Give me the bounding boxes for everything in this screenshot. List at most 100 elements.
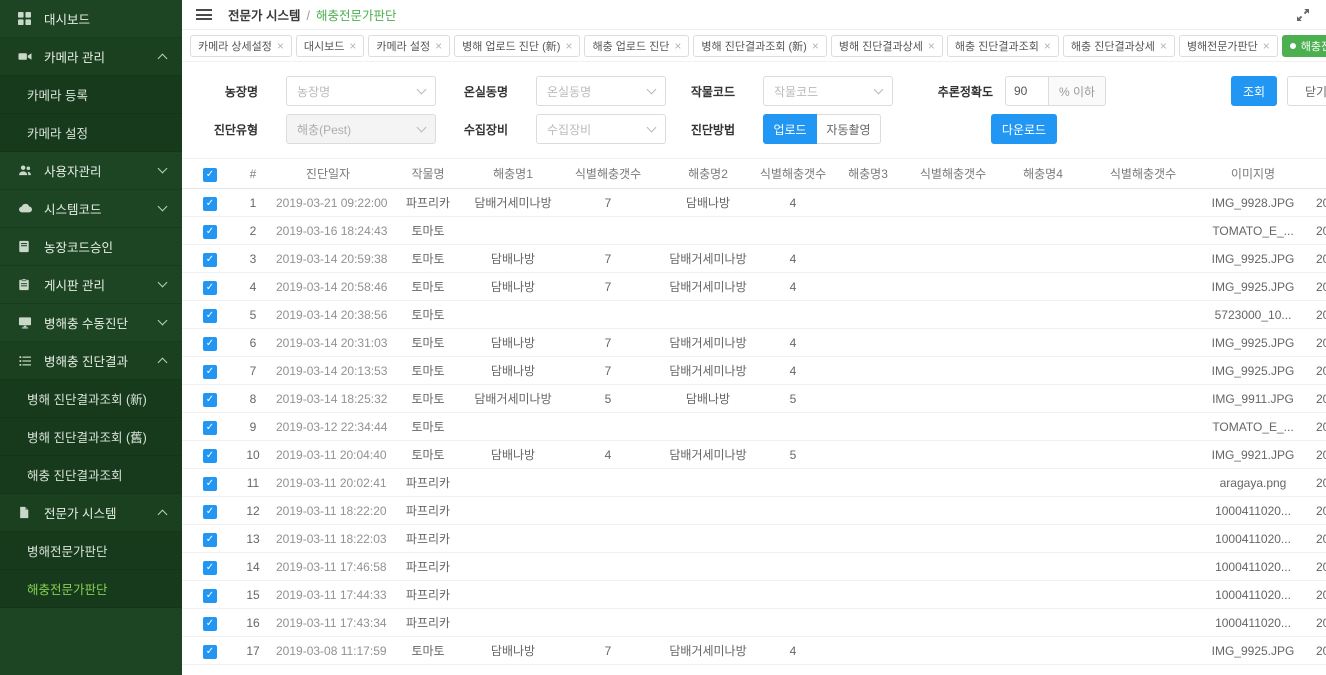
tab-5[interactable]: 해충 업로드 진단×	[584, 35, 689, 57]
sidebar-group-6: 병해충 수동진단	[0, 304, 182, 342]
sidebar-subitem-8-1[interactable]: 해충전문가판단	[0, 570, 182, 608]
row-checkbox[interactable]: ✓	[203, 337, 217, 351]
chevron-down-icon	[647, 122, 657, 132]
cell-pest1-count	[558, 217, 658, 245]
sidebar-subitem-7-1[interactable]: 병해 진단결과조회 (舊)	[0, 418, 182, 456]
col-header-date: 진단일자	[268, 159, 388, 189]
cell-crop: 파프리카	[388, 497, 468, 525]
tab-10[interactable]: 병해전문가판단 ×	[1179, 35, 1278, 57]
cell-pest2: 담배거세미나방	[658, 441, 758, 469]
tab-close-icon[interactable]: ×	[812, 40, 819, 52]
col-header-pest2-count: 식별해충갯수	[758, 159, 828, 189]
cell-crop: 토마토	[388, 273, 468, 301]
row-checkbox[interactable]: ✓	[203, 281, 217, 295]
tab-label: 병해전문가판단	[1187, 38, 1258, 54]
cell-pest4	[998, 301, 1088, 329]
farm-select[interactable]: 농장명	[286, 76, 436, 106]
auto-capture-method-button[interactable]: 자동촬영	[817, 114, 881, 144]
cell-select: ✓	[182, 301, 238, 329]
sidebar-item-8[interactable]: 전문가 시스템	[0, 494, 182, 532]
row-checkbox[interactable]: ✓	[203, 449, 217, 463]
tab-6[interactable]: 병해 진단결과조회 (新)×	[693, 35, 826, 57]
cell-pest1	[468, 413, 558, 441]
cell-pest1-count	[558, 609, 658, 637]
tab-4[interactable]: 병해 업로드 진단 (新)×	[454, 35, 580, 57]
cell-crop: 파프리카	[388, 609, 468, 637]
cell-pest1-count: 7	[558, 329, 658, 357]
tab-close-icon[interactable]: ×	[349, 40, 356, 52]
row-checkbox[interactable]: ✓	[203, 561, 217, 575]
row-checkbox[interactable]: ✓	[203, 197, 217, 211]
tab-8[interactable]: 해충 진단결과조회×	[947, 35, 1059, 57]
row-checkbox[interactable]: ✓	[203, 309, 217, 323]
sidebar-subitem-8-0[interactable]: 병해전문가판단	[0, 532, 182, 570]
greenhouse-select[interactable]: 온실동명	[536, 76, 666, 106]
tab-7[interactable]: 병해 진단결과상세×	[831, 35, 943, 57]
select-all-checkbox[interactable]: ✓	[203, 168, 217, 182]
row-checkbox[interactable]: ✓	[203, 421, 217, 435]
tab-11[interactable]: 해충전문가판단×	[1282, 35, 1326, 57]
tab-9[interactable]: 해충 진단결과상세×	[1063, 35, 1175, 57]
device-select[interactable]: 수집장비	[536, 114, 666, 144]
row-checkbox[interactable]: ✓	[203, 617, 217, 631]
tab-close-icon[interactable]: ×	[928, 40, 935, 52]
tab-close-icon[interactable]: ×	[1044, 40, 1051, 52]
cell-pest1-count	[558, 413, 658, 441]
tab-close-icon[interactable]: ×	[565, 40, 572, 52]
sidebar-item-5[interactable]: 게시판 관리	[0, 266, 182, 304]
fullscreen-icon[interactable]	[1296, 8, 1310, 22]
cell-capture: 2019	[1308, 497, 1326, 525]
sidebar-item-6[interactable]: 병해충 수동진단	[0, 304, 182, 342]
row-checkbox[interactable]: ✓	[203, 645, 217, 659]
diagnosis-type-select[interactable]: 해충(Pest)	[286, 114, 436, 144]
tab-2[interactable]: 대시보드×	[296, 35, 365, 57]
tab-close-icon[interactable]: ×	[674, 40, 681, 52]
sidebar-item-7[interactable]: 병해충 진단결과	[0, 342, 182, 380]
sidebar-item-1[interactable]: 카메라 관리	[0, 38, 182, 76]
tab-1[interactable]: 카메라 상세설정×	[190, 35, 292, 57]
row-checkbox[interactable]: ✓	[203, 393, 217, 407]
cell-capture: 2018	[1308, 329, 1326, 357]
cell-pest1: 담배나방	[468, 273, 558, 301]
cell-select: ✓	[182, 609, 238, 637]
cell-pest3	[828, 245, 908, 273]
row-checkbox[interactable]: ✓	[203, 365, 217, 379]
cell-pest3-count	[908, 357, 998, 385]
topbar: 전문가 시스템/해충전문가판단	[182, 0, 1326, 30]
tab-3[interactable]: 카메라 설정×	[368, 35, 450, 57]
row-checkbox[interactable]: ✓	[203, 225, 217, 239]
sidebar-group-7: 병해충 진단결과병해 진단결과조회 (新)병해 진단결과조회 (舊)해충 진단결…	[0, 342, 182, 494]
sidebar-item-2[interactable]: 사용자관리	[0, 152, 182, 190]
row-checkbox[interactable]: ✓	[203, 477, 217, 491]
close-button[interactable]: 닫기	[1287, 76, 1326, 106]
sidebar-subitem-7-2[interactable]: 해충 진단결과조회	[0, 456, 182, 494]
sidebar-subitem-1-0[interactable]: 카메라 등록	[0, 76, 182, 114]
crop-code-select[interactable]: 작물코드	[763, 76, 893, 106]
upload-method-button[interactable]: 업로드	[763, 114, 817, 144]
menu-toggle-icon[interactable]	[196, 9, 212, 20]
sidebar-item-4[interactable]: 농장코드승인	[0, 228, 182, 266]
cell-pest1-count	[558, 525, 658, 553]
sidebar-item-0[interactable]: 대시보드	[0, 0, 182, 38]
sidebar-item-3[interactable]: 시스템코드	[0, 190, 182, 228]
download-button[interactable]: 다운로드	[991, 114, 1057, 144]
cell-num: 16	[238, 609, 268, 637]
tab-close-icon[interactable]: ×	[277, 40, 284, 52]
row-checkbox[interactable]: ✓	[203, 505, 217, 519]
row-checkbox[interactable]: ✓	[203, 253, 217, 267]
tab-close-icon[interactable]: ×	[1263, 40, 1270, 52]
row-checkbox[interactable]: ✓	[203, 589, 217, 603]
tab-close-icon[interactable]: ×	[1160, 40, 1167, 52]
accuracy-input[interactable]	[1005, 76, 1049, 106]
breadcrumb-root[interactable]: 전문가 시스템	[228, 9, 300, 23]
row-checkbox[interactable]: ✓	[203, 533, 217, 547]
sidebar-subitem-7-0[interactable]: 병해 진단결과조회 (新)	[0, 380, 182, 418]
tab-close-icon[interactable]: ×	[435, 40, 442, 52]
sidebar-subitem-1-1[interactable]: 카메라 설정	[0, 114, 182, 152]
cell-pest4	[998, 217, 1088, 245]
cell-pest3	[828, 637, 908, 665]
cell-capture: 2018	[1308, 189, 1326, 217]
search-button[interactable]: 조회	[1231, 76, 1277, 106]
cell-pest3-count	[908, 637, 998, 665]
chevron-down-icon	[417, 84, 427, 94]
